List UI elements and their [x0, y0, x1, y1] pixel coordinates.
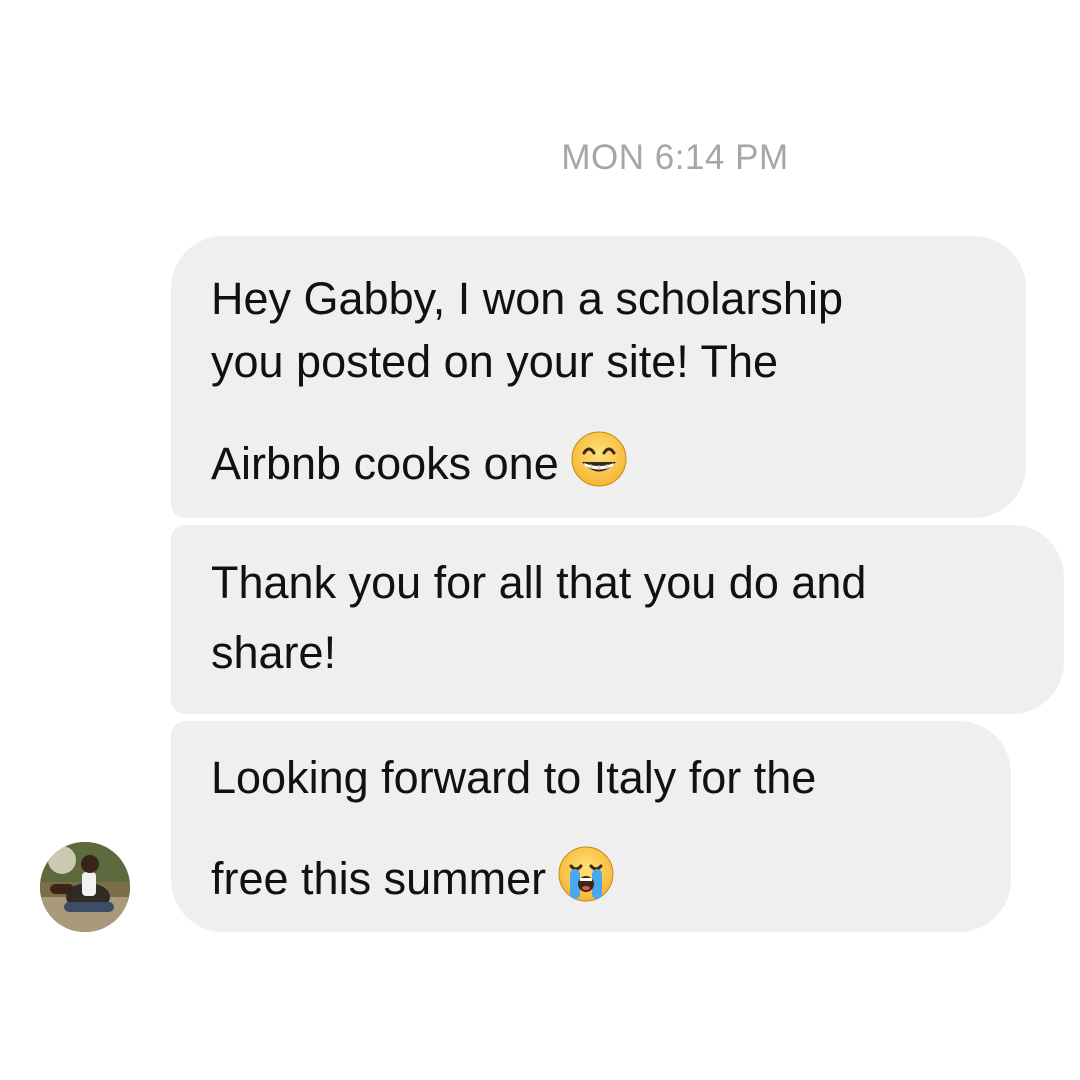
message-line: share!: [211, 627, 337, 678]
message-line: Thank you for all that you do and: [211, 557, 867, 608]
message-bubble[interactable]: Thank you for all that you do and share!: [171, 525, 1064, 714]
avatar-photo-icon: [40, 842, 130, 932]
message-bubble[interactable]: Looking forward to Italy for the free th…: [171, 721, 1011, 932]
message-line: Airbnb cooks one: [211, 429, 629, 489]
message-line: you posted on your site! The: [211, 336, 779, 387]
message-line: Looking forward to Italy for the: [211, 752, 817, 803]
message-line: Hey Gabby, I won a scholarship: [211, 273, 843, 324]
timestamp: MON 6:14 PM: [561, 138, 789, 177]
message-line: free this summer: [211, 844, 616, 904]
avatar[interactable]: [40, 842, 130, 932]
message-line-text: Airbnb cooks one: [211, 438, 559, 489]
message-bubble[interactable]: Hey Gabby, I won a scholarship you poste…: [171, 236, 1026, 518]
message-line-text: free this summer: [211, 853, 547, 904]
loudly-crying-face-emoji: [558, 846, 614, 902]
grinning-face-with-smiling-eyes-emoji: [571, 431, 627, 487]
